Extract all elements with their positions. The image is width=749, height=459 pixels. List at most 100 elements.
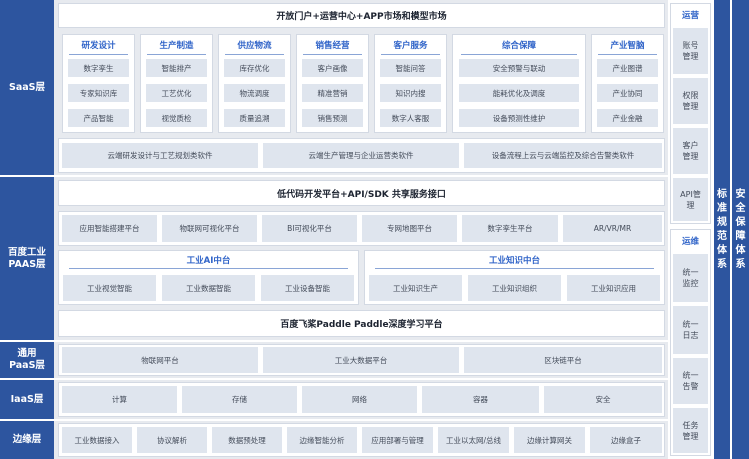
- edge-item: 应用部署与管理: [362, 427, 433, 453]
- category-divider: [303, 54, 362, 55]
- edge-item: 边缘智能分析: [287, 427, 357, 453]
- iaas-item: 容器: [422, 386, 539, 413]
- category-item: 专家知识库: [68, 84, 129, 102]
- iaas-item: 存储: [182, 386, 297, 413]
- category-item: 物流调度: [224, 84, 285, 102]
- maintenance-item-alert: 统一告警: [673, 358, 708, 404]
- industrial-ai-platform: 工业AI中台 工业视觉智能 工业数据智能 工业设备智能: [58, 250, 359, 305]
- industrial-knowledge-divider: [375, 268, 654, 269]
- operations-item-account: 账号管理: [673, 28, 708, 74]
- lowcode-banner: 低代码开发平台+API/SDK 共享服务接口: [58, 180, 665, 206]
- category-item: 产业金融: [597, 109, 658, 127]
- category-sales: 销售经营 客户画像 精准营销 销售预测: [296, 34, 369, 133]
- maintenance-item-label: 任务管理: [682, 420, 699, 441]
- general-paas-label-line2: PaaS层: [9, 360, 45, 371]
- edge-layer-label-text: 边缘层: [12, 434, 42, 445]
- category-item: 库存优化: [224, 59, 285, 77]
- edge-item: 工业数据接入: [62, 427, 132, 453]
- industrial-ai-item: 工业数据智能: [162, 275, 255, 301]
- general-paas-label-line1: 通用: [17, 348, 37, 359]
- category-title: 产业智脑: [610, 41, 645, 51]
- category-title: 销售经营: [315, 41, 350, 51]
- category-item: 精准营销: [302, 84, 363, 102]
- general-paas-layer-label: 通用 PaaS层: [0, 342, 54, 378]
- category-title: 客户服务: [393, 41, 428, 51]
- iaas-layer-label: IaaS层: [0, 380, 54, 419]
- platform-item: 专网地图平台: [362, 215, 457, 242]
- edge-item: 工业以太网/总线: [438, 427, 509, 453]
- architecture-diagram: SaaS层 百度工业 PAAS层 通用 PaaS层 IaaS层 边缘层 开放门户…: [0, 0, 749, 459]
- saas-layer-label: SaaS层: [0, 0, 54, 175]
- edge-layer-label: 边缘层: [0, 421, 54, 459]
- cloud-software-item: 云端生产管理与企业运营类软件: [263, 143, 459, 168]
- saas-banner: 开放门户+运营中心+APP市场和模型市场: [58, 3, 665, 28]
- category-item: 智能问答: [380, 59, 441, 77]
- industrial-ai-title: 工业AI中台: [186, 256, 231, 266]
- category-title: 生产制造: [159, 41, 194, 51]
- category-item: 产业图谱: [597, 59, 658, 77]
- industrial-knowledge-platform: 工业知识中台 工业知识生产 工业知识组织 工业知识应用: [364, 250, 665, 305]
- operations-item-api: API管理: [673, 178, 708, 221]
- paas-layer-label-line1: 百度工业: [7, 246, 46, 258]
- industrial-knowledge-item: 工业知识生产: [369, 275, 462, 301]
- category-rd-design: 研发设计 数字孪生 专家知识库 产品智能: [62, 34, 135, 133]
- category-divider: [461, 54, 577, 55]
- category-item: 视觉质检: [146, 109, 207, 127]
- category-item: 智能排产: [146, 59, 207, 77]
- category-divider: [225, 54, 284, 55]
- category-item: 产业协同: [597, 84, 658, 102]
- category-item: 工艺优化: [146, 84, 207, 102]
- general-paas-item: 工业大数据平台: [263, 347, 459, 373]
- standards-system-bar: 标准规范体系: [714, 0, 730, 459]
- category-item: 质量追溯: [224, 109, 285, 127]
- category-title: 供应物流: [237, 41, 272, 51]
- edge-item: 数据预处理: [212, 427, 282, 453]
- edge-item: 边缘计算网关: [514, 427, 585, 453]
- category-title: 综合保障: [501, 41, 536, 51]
- security-system-bar: 安全保障体系: [732, 0, 749, 459]
- category-production: 生产制造 智能排产 工艺优化 视觉质检: [140, 34, 213, 133]
- paddle-banner-text: 百度飞桨Paddle Paddle深度学习平台: [280, 320, 443, 330]
- platform-item: 应用智能搭建平台: [62, 215, 157, 242]
- category-customer-service: 客户服务 智能问答 知识内搜 数字人客服: [374, 34, 447, 133]
- category-item: 销售预测: [302, 109, 363, 127]
- operations-item-label: 权限管理: [682, 91, 699, 111]
- platform-item: 数字孪生平台: [462, 215, 558, 242]
- operations-title: 运营: [681, 11, 699, 21]
- cloud-software-item: 云端研发设计与工艺规划类软件: [62, 143, 258, 168]
- maintenance-title: 运维: [681, 237, 699, 247]
- standards-system-text: 标准规范体系: [717, 188, 727, 270]
- category-industry-brain: 产业智脑 产业图谱 产业协同 产业金融: [591, 34, 664, 133]
- maintenance-item-log: 统一日志: [673, 306, 708, 354]
- category-comprehensive-support: 综合保障 安全预警与联动 能耗优化及调度 设备预测性维护: [452, 34, 586, 133]
- paas-layer-label: 百度工业 PAAS层: [0, 177, 54, 340]
- maintenance-item-task: 任务管理: [673, 408, 708, 453]
- category-item: 数字孪生: [68, 59, 129, 77]
- platform-item: 物联网可视化平台: [162, 215, 257, 242]
- security-system-text: 安全保障体系: [735, 188, 746, 270]
- iaas-item: 安全: [544, 386, 662, 413]
- saas-banner-text: 开放门户+运营中心+APP市场和模型市场: [276, 12, 447, 22]
- category-item: 安全预警与联动: [459, 59, 579, 77]
- category-item: 数字人客服: [380, 109, 441, 127]
- general-paas-item: 区块链平台: [464, 347, 662, 373]
- iaas-item: 计算: [62, 386, 177, 413]
- operations-item-label: 账号管理: [682, 41, 699, 61]
- category-item: 设备预测性维护: [459, 109, 579, 127]
- category-title: 研发设计: [81, 41, 116, 51]
- operations-item-label: 客户管理: [682, 141, 699, 161]
- paddle-banner: 百度飞桨Paddle Paddle深度学习平台: [58, 310, 665, 337]
- industrial-ai-divider: [69, 268, 348, 269]
- category-supply-logistics: 供应物流 库存优化 物流调度 质量追溯: [218, 34, 291, 133]
- saas-layer-label-text: SaaS层: [8, 81, 45, 93]
- platform-item: AR/VR/MR: [563, 215, 662, 242]
- category-item: 客户画像: [302, 59, 363, 77]
- operations-item-label: API管理: [680, 189, 701, 210]
- operations-item-permission: 权限管理: [673, 78, 708, 124]
- edge-item: 协议解析: [137, 427, 207, 453]
- edge-item: 边缘盒子: [590, 427, 662, 453]
- lowcode-banner-text: 低代码开发平台+API/SDK 共享服务接口: [277, 189, 446, 200]
- category-divider: [69, 54, 128, 55]
- industrial-knowledge-item: 工业知识组织: [468, 275, 561, 301]
- category-divider: [381, 54, 440, 55]
